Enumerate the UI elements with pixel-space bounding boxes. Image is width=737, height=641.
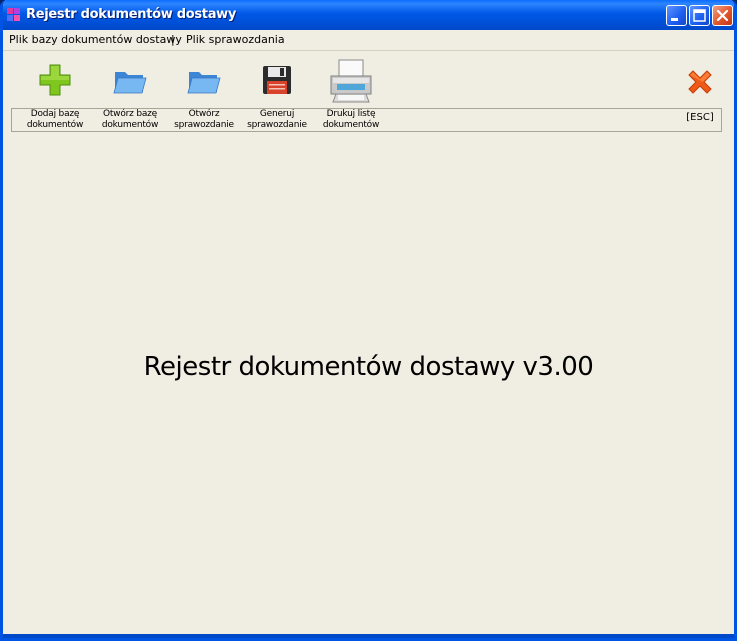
open-report-button[interactable]: Otwórz sprawozdanie bbox=[166, 58, 242, 130]
title-bar[interactable]: Rejestr dokumentów dostawy bbox=[3, 0, 734, 30]
open-database-label-2: dokumentów bbox=[101, 120, 159, 130]
folder-open-icon bbox=[113, 72, 147, 94]
minimize-button[interactable] bbox=[666, 5, 687, 26]
add-database-label-1: Dodaj bazę bbox=[30, 109, 80, 119]
menu-plik-bazy[interactable]: Plik bazy dokumentów dostawy bbox=[9, 33, 182, 46]
close-icon bbox=[716, 9, 729, 22]
print-list-label-1: Drukuj listę bbox=[326, 109, 376, 119]
folder-open-icon bbox=[187, 72, 221, 94]
maximize-button[interactable] bbox=[689, 5, 710, 26]
window-title: Rejestr dokumentów dostawy bbox=[26, 7, 237, 22]
printer-icon bbox=[330, 59, 372, 103]
floppy-disk-icon bbox=[263, 66, 291, 94]
open-database-button[interactable]: Otwórz bazę dokumentów bbox=[92, 58, 168, 130]
open-database-label-1: Otwórz bazę bbox=[102, 109, 158, 119]
menu-bar: Plik bazy dokumentów dostawy | Plik spra… bbox=[3, 30, 734, 51]
exit-button[interactable]: [ESC] bbox=[667, 58, 733, 130]
menu-plik-sprawozdania[interactable]: Plik sprawozdania bbox=[186, 33, 285, 46]
app-icon bbox=[7, 8, 20, 21]
close-button[interactable] bbox=[712, 5, 733, 26]
add-database-button[interactable]: Dodaj bazę dokumentów bbox=[17, 58, 93, 130]
main-heading: Rejestr dokumentów dostawy v3.00 bbox=[143, 352, 594, 382]
maximize-icon bbox=[693, 9, 706, 22]
generate-report-button[interactable]: Generuj sprawozdanie bbox=[239, 58, 315, 130]
green-plus-icon bbox=[39, 64, 71, 96]
window-bottom-border bbox=[3, 634, 734, 638]
minimize-icon bbox=[671, 18, 678, 21]
exit-label: [ESC] bbox=[686, 112, 714, 123]
open-report-label-2: sprawozdanie bbox=[174, 120, 234, 130]
generate-report-label-2: sprawozdanie bbox=[247, 120, 307, 130]
print-list-label-2: dokumentów bbox=[322, 120, 380, 130]
red-x-icon bbox=[688, 70, 712, 94]
menu-separator: | bbox=[171, 33, 175, 46]
generate-report-label-1: Generuj bbox=[259, 109, 295, 119]
open-report-label-1: Otwórz bbox=[188, 109, 220, 119]
app-window: Rejestr dokumentów dostawy Plik bazy dok… bbox=[0, 0, 737, 641]
add-database-label-2: dokumentów bbox=[26, 120, 84, 130]
print-list-button[interactable]: Drukuj listę dokumentów bbox=[313, 58, 389, 130]
